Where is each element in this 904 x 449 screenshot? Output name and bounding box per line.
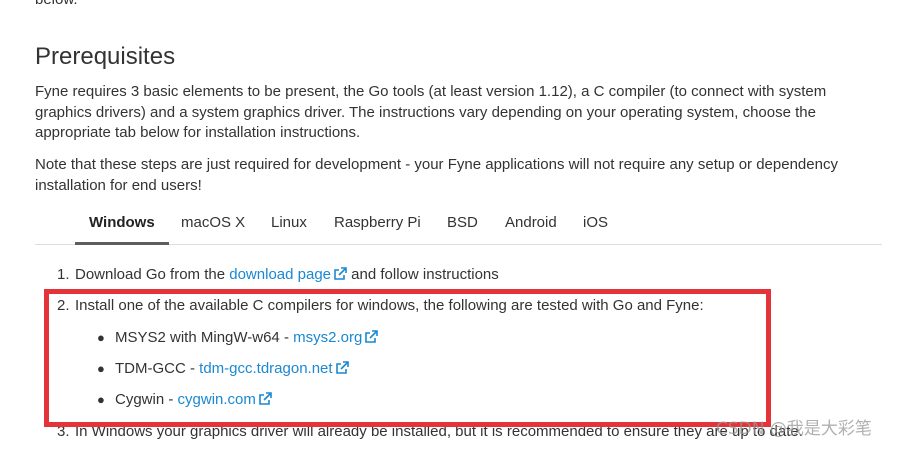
tab-windows[interactable]: Windows [75, 204, 169, 245]
intro-paragraph: Fyne requires 3 basic elements to be pre… [35, 83, 827, 141]
external-link-icon [334, 267, 347, 280]
os-tab-bar: Windows macOS X Linux Raspberry Pi BSD A… [35, 204, 882, 245]
list-item-step-1: 1. Download Go from the download page and… [57, 265, 499, 285]
tab-macos[interactable]: macOS X [180, 204, 246, 243]
section-title: Prerequisites [35, 43, 176, 70]
red-highlight-box [44, 289, 771, 427]
tab-raspberry-pi[interactable]: Raspberry Pi [333, 204, 422, 243]
note-paragraph: Note that these steps are just required … [35, 156, 838, 194]
csdn-watermark: CSDN @我是大彩笔 [716, 419, 872, 439]
tab-linux[interactable]: Linux [270, 204, 308, 243]
download-page-link[interactable]: download page [229, 266, 347, 283]
previous-paragraph-fragment: below. [35, 0, 78, 9]
tab-android[interactable]: Android [504, 204, 558, 243]
tab-bsd[interactable]: BSD [446, 204, 479, 243]
step-text: Download Go from the [75, 266, 230, 283]
step-number: 1. [57, 266, 70, 283]
step-text-after: and follow instructions [347, 266, 499, 283]
tab-ios[interactable]: iOS [582, 204, 609, 243]
